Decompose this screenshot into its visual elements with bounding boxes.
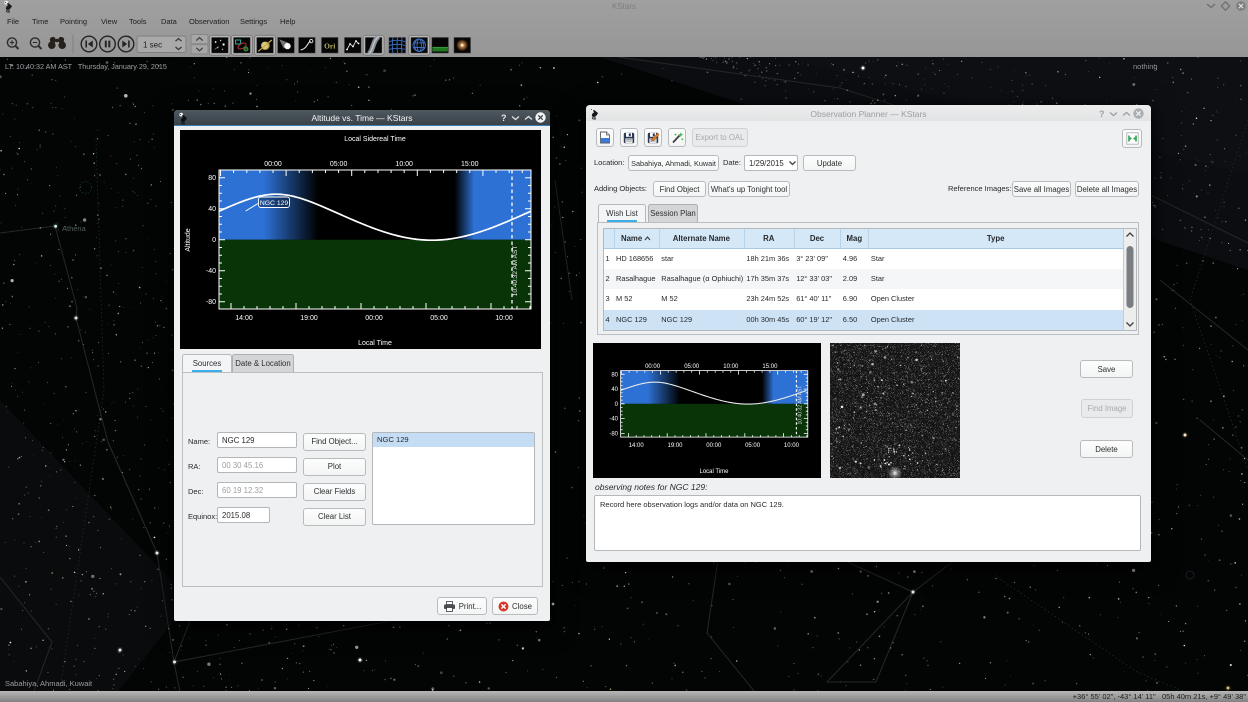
- svg-text:00:00: 00:00: [365, 315, 383, 322]
- svg-text:?: ?: [1099, 109, 1105, 119]
- svg-text:40: 40: [611, 387, 618, 393]
- svg-text:15:00: 15:00: [461, 161, 479, 168]
- svg-text:05:00: 05:00: [745, 443, 761, 449]
- svg-text:10:00: 10:00: [495, 315, 513, 322]
- svg-text:Local Time: Local Time: [358, 340, 392, 347]
- svg-text:14:00: 14:00: [235, 315, 253, 322]
- svg-text:Altitude: Altitude: [185, 228, 192, 251]
- svg-text:-40: -40: [609, 417, 618, 423]
- svg-text:1 sec: 1 sec: [143, 41, 162, 50]
- svg-text:80: 80: [208, 175, 216, 182]
- svg-text:00:00: 00:00: [264, 161, 282, 168]
- svg-text:10:40:32 AM AST: 10:40:32 AM AST: [798, 386, 804, 425]
- svg-text:05:00: 05:00: [430, 315, 448, 322]
- svg-text:80: 80: [611, 372, 618, 378]
- svg-text:15:00: 15:00: [762, 364, 778, 370]
- svg-text:00:00: 00:00: [645, 364, 661, 370]
- svg-text:Ori: Ori: [324, 41, 335, 50]
- svg-text:10:40:32 AM AST: 10:40:32 AM AST: [512, 246, 519, 297]
- svg-text:?: ?: [501, 113, 507, 123]
- svg-text:-80: -80: [206, 299, 216, 306]
- svg-text:10:00: 10:00: [723, 364, 739, 370]
- svg-text:10:00: 10:00: [395, 161, 413, 168]
- svg-text:Athena: Athena: [62, 224, 87, 233]
- svg-text:0: 0: [212, 237, 216, 244]
- svg-text:05:00: 05:00: [330, 161, 348, 168]
- svg-text:-80: -80: [609, 431, 618, 437]
- svg-text:40: 40: [208, 206, 216, 213]
- svg-text:10:00: 10:00: [784, 443, 800, 449]
- svg-text:Local Sidereal Time: Local Sidereal Time: [344, 136, 406, 143]
- svg-text:NGC 129: NGC 129: [260, 200, 289, 207]
- svg-text:19:00: 19:00: [667, 443, 683, 449]
- svg-text:00:00: 00:00: [706, 443, 722, 449]
- svg-text:05:00: 05:00: [684, 364, 700, 370]
- svg-text:19:00: 19:00: [300, 315, 318, 322]
- svg-text:14:00: 14:00: [629, 443, 645, 449]
- svg-text:Local Time: Local Time: [699, 469, 729, 475]
- svg-text:-40: -40: [206, 268, 216, 275]
